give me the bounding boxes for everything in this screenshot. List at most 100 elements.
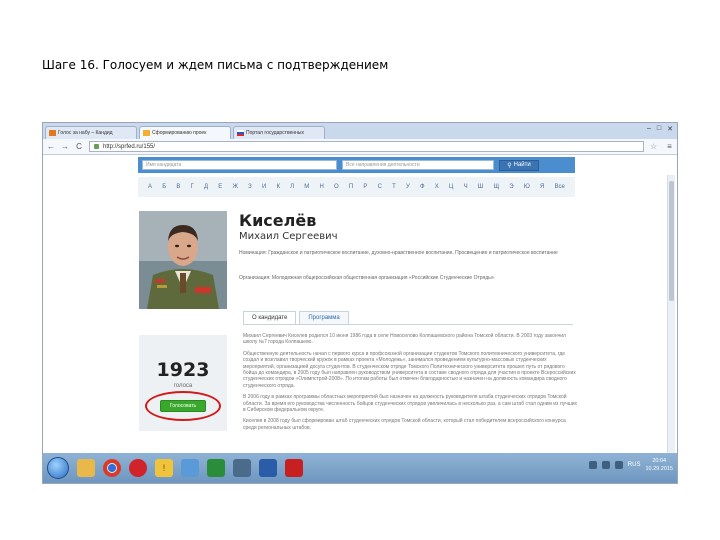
bio-paragraph: Михаил Сергеевич Киселев родился 10 июня… [243, 333, 566, 346]
alphabet-letter[interactable]: Е [218, 184, 222, 190]
alphabet-letter[interactable]: Ж [232, 184, 238, 190]
browser-window: Голос за набу – Кандид Сформированию про… [42, 122, 678, 484]
alphabet-letter[interactable]: Л [290, 184, 294, 190]
back-button[interactable]: ← [47, 142, 55, 151]
site-favicon-icon [49, 130, 56, 136]
forward-button[interactable]: → [61, 142, 69, 151]
clock-time: 20:04 [652, 458, 667, 464]
profile-tabs: О кандидате Программа [243, 311, 349, 325]
maximize-button[interactable]: □ [657, 125, 661, 133]
slide-title: Шаге 16. Голосуем и ждем письма с подтве… [42, 58, 389, 72]
candidate-bio: Михаил Сергеевич Киселев родился 10 июня… [243, 333, 578, 436]
volume-icon[interactable] [601, 461, 610, 469]
alphabet-letter[interactable]: Я [540, 184, 544, 190]
bio-paragraph: В 2006 году в рамках программы областных… [243, 394, 578, 414]
alphabet-letter[interactable]: Ю [524, 184, 530, 190]
chrome-icon[interactable] [103, 459, 121, 477]
alphabet-letter[interactable]: Д [204, 184, 208, 190]
clock[interactable]: 20:04 10.29.2015 [645, 457, 673, 473]
vote-count-label: голоса [173, 383, 193, 389]
tab-bar: Голос за набу – Кандид Сформированию про… [43, 123, 677, 139]
alphabet-letter[interactable]: М [304, 184, 309, 190]
search-button[interactable]: ⚲ Найти [499, 159, 539, 171]
alphabet-letter[interactable]: З [248, 184, 252, 190]
url-text: http://sprfed.ru/155/ [103, 143, 156, 150]
vote-count: 1923 [156, 359, 210, 381]
bookmark-star-icon[interactable]: ☆ [650, 142, 657, 151]
bio-paragraph: Киселев в 2008 году был сформирован штаб… [243, 418, 566, 431]
alphabet-letter[interactable]: Т [392, 184, 396, 190]
alphabet-letter[interactable]: Б [162, 184, 166, 190]
alphabet-letter[interactable]: С [378, 184, 382, 190]
word-icon[interactable] [259, 459, 277, 477]
pdf-icon[interactable] [285, 459, 303, 477]
web-page: Имя кандидата Все направления деятельнос… [43, 155, 677, 471]
system-tray: RUS 20:04 10.29.2015 [588, 457, 673, 473]
warning-icon[interactable]: ! [155, 459, 173, 477]
candidate-organization: Организация: Молодежная общероссийская о… [239, 275, 495, 281]
reload-button[interactable]: C [75, 142, 83, 151]
alphabet-letter[interactable]: Н [319, 184, 323, 190]
tab-program[interactable]: Программа [299, 311, 349, 325]
alphabet-letter[interactable]: Ш [478, 184, 484, 190]
clock-date: 10.29.2015 [645, 466, 673, 472]
file-explorer-icon[interactable] [77, 459, 95, 477]
close-button[interactable]: ✕ [667, 125, 673, 133]
browser-tab-3[interactable]: Портал государственных [233, 126, 325, 139]
alphabet-letter[interactable]: У [406, 184, 410, 190]
alphabet-letter[interactable]: Г [191, 184, 194, 190]
search-icon: ⚲ [507, 162, 512, 169]
excel-icon[interactable] [207, 459, 225, 477]
alphabet-letter[interactable]: А [148, 184, 152, 190]
alphabet-filter: А Б В Г Д Е Ж З И К Л М Н О П Р С Т У Ф Х Ц Ч Ш Щ Э Ю Я Все [138, 177, 575, 197]
navigation-bar: ← → C http://sprfed.ru/155/ ☆ ≡ [43, 139, 677, 155]
alphabet-letter[interactable]: В [176, 184, 180, 190]
address-bar[interactable]: http://sprfed.ru/155/ [89, 141, 644, 152]
tab-label: Голос за набу – Кандид [58, 130, 113, 136]
scrollbar-thumb[interactable] [669, 181, 674, 301]
site-favicon-icon [143, 130, 150, 136]
opera-icon[interactable] [129, 459, 147, 477]
direction-select[interactable]: Все направления деятельности [342, 160, 494, 170]
menu-icon[interactable]: ≡ [667, 142, 672, 151]
calculator-icon[interactable] [233, 459, 251, 477]
candidate-name-input[interactable]: Имя кандидата [142, 160, 337, 170]
alphabet-letter[interactable]: Все [555, 184, 565, 190]
candidate-surname: Киселёв [239, 211, 317, 230]
alphabet-letter[interactable]: Р [363, 184, 367, 190]
alphabet-letter[interactable]: Х [435, 184, 439, 190]
alphabet-letter[interactable]: Ф [420, 184, 425, 190]
alphabet-letter[interactable]: Щ [493, 184, 499, 190]
windows-taskbar: ! RUS 20:04 10.29.2015 [43, 453, 677, 483]
language-indicator[interactable]: RUS [628, 462, 641, 468]
candidate-given-names: Михаил Сергеевич [239, 231, 338, 242]
alphabet-letter[interactable]: К [276, 184, 280, 190]
alphabet-letter[interactable]: Э [509, 184, 513, 190]
browser-tab-1[interactable]: Голос за набу – Кандид [45, 126, 137, 139]
alphabet-letter[interactable]: И [262, 184, 266, 190]
battery-icon[interactable] [614, 461, 623, 469]
browser-tab-2[interactable]: Сформированию проек [139, 126, 231, 139]
page-icon [94, 144, 99, 149]
candidate-nomination: Номинация: Гражданское и патриотическое … [239, 250, 558, 256]
vote-button[interactable]: Голосовать [160, 400, 206, 412]
tab-label: Сформированию проек [152, 130, 207, 136]
minimize-button[interactable]: – [647, 125, 651, 133]
search-bar: Имя кандидата Все направления деятельнос… [138, 157, 575, 173]
bio-paragraph: Общественную деятельность начал с первог… [243, 350, 576, 389]
window-controls: – □ ✕ [647, 125, 673, 133]
alphabet-letter[interactable]: Ц [449, 184, 453, 190]
vertical-scrollbar[interactable] [667, 175, 675, 463]
alphabet-letter[interactable]: П [349, 184, 353, 190]
search-button-label: Найти [513, 162, 531, 168]
folder-icon[interactable] [181, 459, 199, 477]
network-icon[interactable] [588, 461, 597, 469]
candidate-photo [139, 211, 227, 309]
start-button[interactable] [47, 457, 69, 479]
alphabet-letter[interactable]: О [334, 184, 339, 190]
tab-divider [243, 324, 573, 325]
russia-flag-icon [237, 130, 244, 136]
tab-label: Портал государственных [246, 130, 304, 136]
alphabet-letter[interactable]: Ч [464, 184, 468, 190]
tab-about-candidate[interactable]: О кандидате [243, 311, 297, 325]
